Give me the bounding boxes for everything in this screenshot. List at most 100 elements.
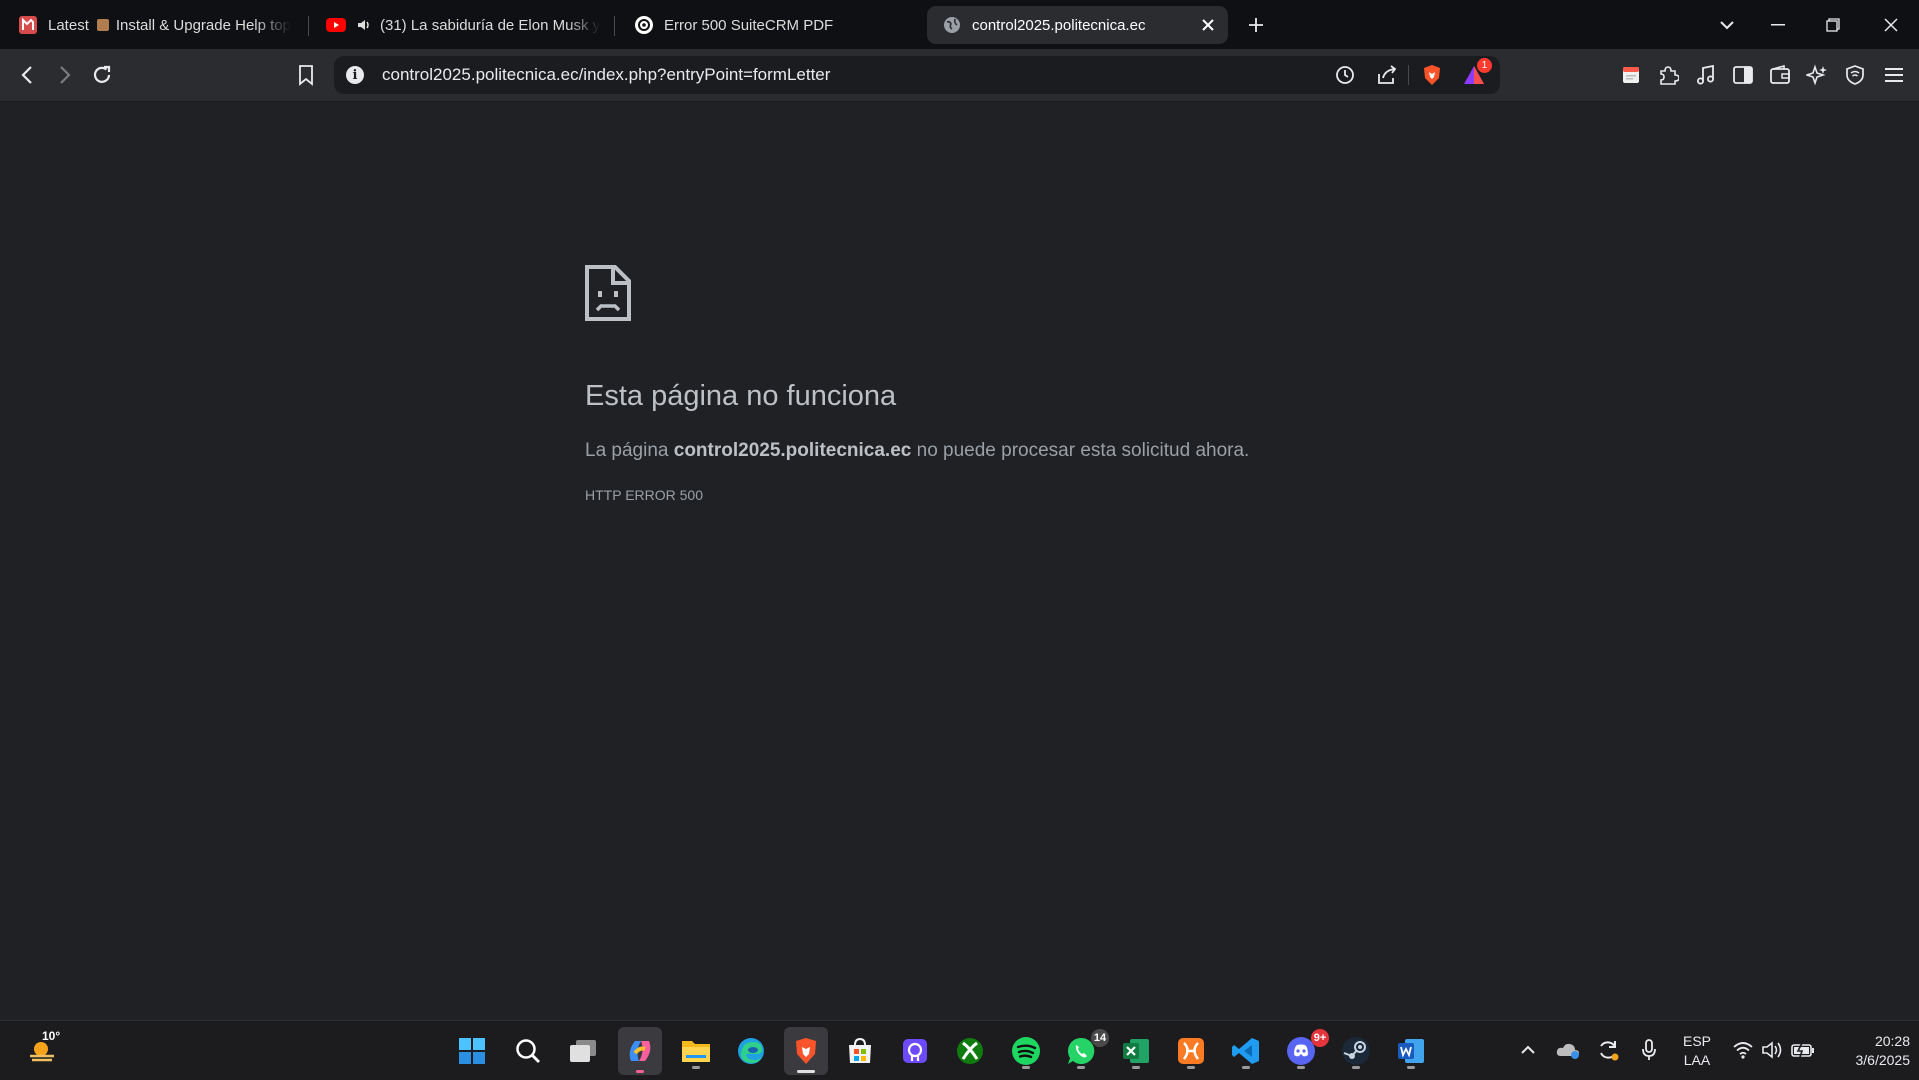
xampp-icon[interactable] — [1171, 1031, 1211, 1071]
discord-badge: 9+ — [1311, 1029, 1329, 1047]
task-view-icon[interactable] — [563, 1031, 603, 1071]
spotify-icon[interactable] — [1006, 1031, 1046, 1071]
running-indicator — [1187, 1066, 1195, 1069]
package-icon — [96, 19, 109, 31]
leo-notes-icon[interactable] — [1617, 61, 1645, 89]
xbox-icon[interactable] — [950, 1031, 990, 1071]
clock-time: 20:28 — [1874, 1033, 1910, 1049]
tab-label: Latest — [48, 16, 89, 34]
url-text[interactable]: control2025.politecnica.ec/index.php?ent… — [382, 65, 830, 85]
volume-icon[interactable] — [1760, 1037, 1786, 1063]
leo-ai-sparkle-icon[interactable] — [1803, 61, 1831, 89]
globe-icon — [942, 15, 962, 35]
brave-rewards-icon[interactable]: 1 — [1462, 58, 1492, 87]
vscode-icon[interactable] — [1226, 1031, 1266, 1071]
youtube-icon — [326, 15, 346, 35]
running-indicator — [692, 1066, 700, 1069]
input-language[interactable]: ESP LAA — [1680, 1032, 1714, 1070]
forward-icon[interactable] — [51, 61, 79, 89]
error-code: HTTP ERROR 500 — [585, 487, 703, 503]
language-code: ESP — [1682, 1033, 1711, 1049]
media-music-icon[interactable] — [1692, 61, 1720, 89]
tab-chatgpt[interactable]: Error 500 SuiteCRM PDF — [634, 6, 914, 44]
tab-separator — [614, 16, 615, 36]
show-hidden-icons-chevron-up-icon[interactable] — [1515, 1037, 1541, 1063]
tab-strip: Latest Install & Upgrade Help top (31) L… — [0, 0, 1919, 49]
discord-icon[interactable]: 9+ — [1281, 1029, 1329, 1071]
running-indicator — [636, 1070, 644, 1073]
forum-favicon-icon — [18, 15, 38, 35]
tab-label: Error 500 SuiteCRM PDF — [664, 16, 834, 34]
close-window-icon[interactable] — [1876, 10, 1906, 40]
share-icon[interactable] — [1376, 64, 1398, 86]
brave-browser-icon[interactable] — [784, 1027, 828, 1075]
reload-icon[interactable] — [88, 61, 116, 89]
onedrive-cloud-icon[interactable] — [1555, 1037, 1581, 1063]
vpn-shield-icon[interactable] — [1841, 61, 1869, 89]
tab-label: control2025.politecnica.ec — [972, 16, 1146, 34]
steam-icon[interactable] — [1336, 1031, 1376, 1071]
wifi-icon[interactable] — [1730, 1037, 1756, 1063]
edge-icon[interactable] — [731, 1031, 771, 1071]
running-indicator — [1022, 1066, 1030, 1069]
browser-toolbar: i control2025.politecnica.ec/index.php?e… — [0, 49, 1919, 102]
tab-label-extra: Install & Upgrade Help top — [115, 16, 291, 34]
tab-youtube[interactable]: (31) La sabiduría de Elon Musk y — [326, 6, 600, 44]
excel-icon[interactable] — [1116, 1031, 1156, 1071]
brave-shields-icon[interactable] — [1420, 63, 1444, 87]
whatsapp-badge: 14 — [1091, 1029, 1109, 1047]
minimize-icon[interactable] — [1763, 10, 1793, 40]
file-explorer-icon[interactable] — [676, 1031, 716, 1071]
page-content: Esta página no funciona La página contro… — [0, 102, 1919, 1020]
running-indicator — [1077, 1066, 1085, 1069]
clock-date: 3/6/2025 — [1855, 1052, 1911, 1068]
wallet-icon[interactable] — [1766, 61, 1794, 89]
error-message: La página control2025.politecnica.ec no … — [585, 440, 1249, 462]
error-message-prefix: La página — [585, 440, 669, 461]
microsoft-store-icon[interactable] — [840, 1031, 880, 1071]
bookmark-icon[interactable] — [292, 61, 320, 89]
error-host: control2025.politecnica.ec — [673, 440, 912, 461]
start-windows-icon[interactable] — [452, 1031, 492, 1071]
url-divider — [1408, 65, 1409, 85]
running-indicator — [797, 1070, 815, 1073]
restore-icon[interactable] — [1818, 10, 1848, 40]
new-tab-icon[interactable] — [1241, 10, 1271, 40]
word-icon[interactable] — [1391, 1031, 1431, 1071]
copilot-icon[interactable] — [618, 1027, 662, 1075]
whatsapp-icon[interactable]: 14 — [1061, 1029, 1109, 1071]
keyboard-layout: LAA — [1683, 1052, 1711, 1068]
menu-hamburger-icon[interactable] — [1880, 61, 1908, 89]
battery-charging-icon[interactable] — [1790, 1037, 1816, 1063]
taskbar: 10° 14 9+ ESP LAA 20:28 3/6/2025 — [0, 1020, 1919, 1080]
running-indicator — [1297, 1066, 1305, 1069]
running-indicator — [1242, 1066, 1250, 1069]
rewards-badge: 1 — [1477, 58, 1492, 73]
error-message-suffix: no puede procesar esta solicitud ahora. — [916, 440, 1250, 461]
history-icon[interactable] — [1334, 64, 1356, 86]
proton-pass-icon[interactable] — [895, 1031, 935, 1071]
weather-temp: 10° — [42, 1029, 61, 1043]
audio-playing-icon[interactable] — [356, 15, 372, 35]
sad-page-icon — [584, 264, 632, 322]
site-info-icon[interactable]: i — [346, 66, 364, 84]
running-indicator — [1407, 1066, 1415, 1069]
address-bar[interactable]: i control2025.politecnica.ec/index.php?e… — [334, 56, 1500, 94]
clock[interactable]: 20:28 3/6/2025 — [1828, 1032, 1911, 1070]
close-tab-icon[interactable] — [1198, 15, 1218, 35]
tab-search-chevron-down-icon[interactable] — [1712, 10, 1742, 40]
openai-icon — [634, 15, 654, 35]
microphone-icon[interactable] — [1636, 1037, 1662, 1063]
tab-separator — [308, 16, 309, 36]
error-title: Esta página no funciona — [585, 380, 897, 412]
back-icon[interactable] — [13, 61, 41, 89]
tab-latest[interactable]: Latest Install & Upgrade Help top — [18, 6, 296, 44]
tab-control2025-active[interactable]: control2025.politecnica.ec — [927, 6, 1228, 44]
sidebar-toggle-icon[interactable] — [1729, 61, 1757, 89]
weather-widget[interactable]: 10° — [20, 1029, 64, 1071]
extensions-puzzle-icon[interactable] — [1654, 61, 1682, 89]
search-icon[interactable] — [508, 1031, 548, 1071]
tab-label: (31) La sabiduría de Elon Musk y — [380, 16, 600, 34]
sync-icon[interactable] — [1595, 1037, 1621, 1063]
running-indicator — [1132, 1066, 1140, 1069]
